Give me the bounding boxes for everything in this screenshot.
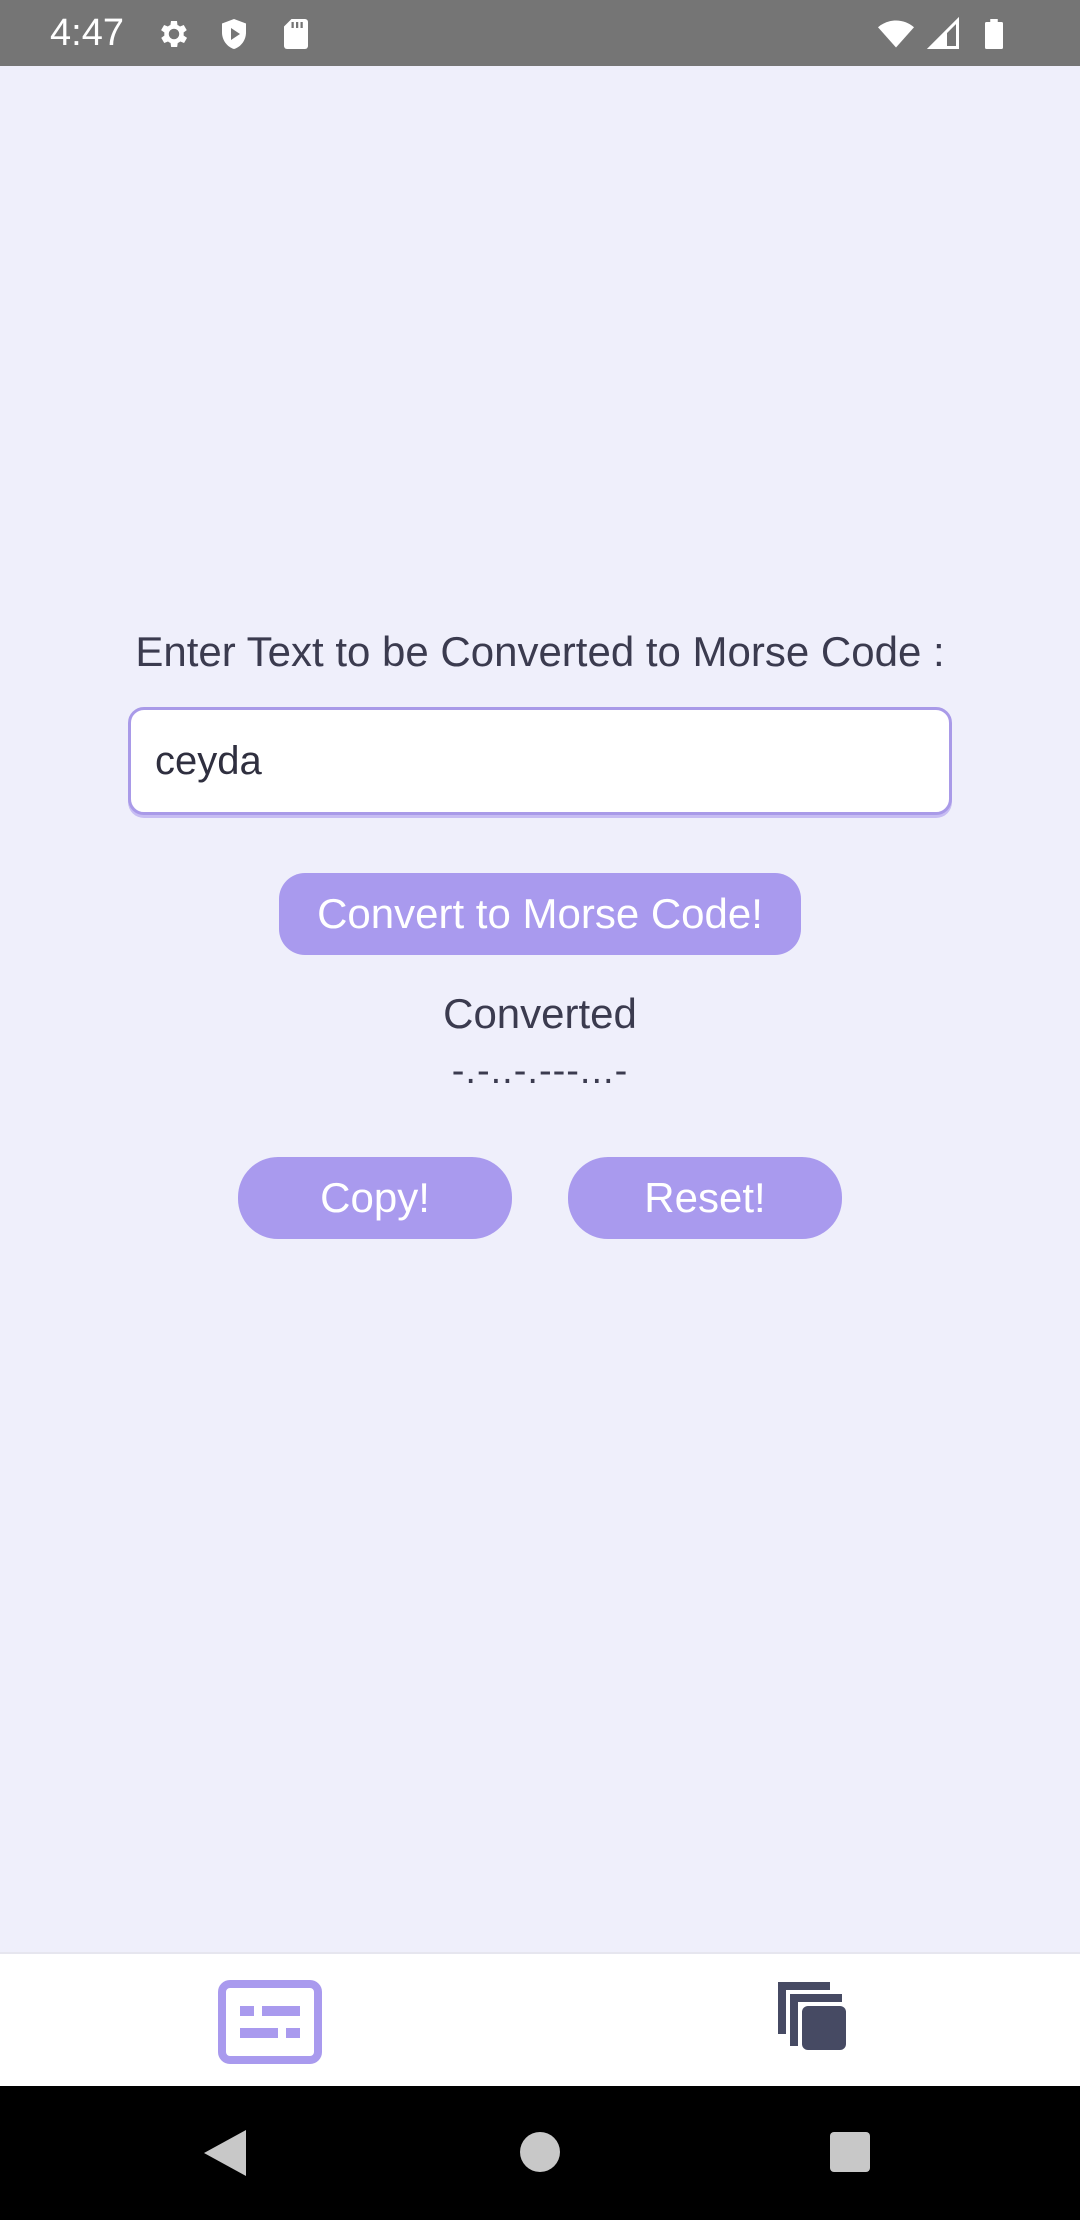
back-icon[interactable] xyxy=(200,2126,250,2180)
convert-button[interactable]: Convert to Morse Code! xyxy=(279,873,801,955)
shield-icon xyxy=(222,19,246,49)
converter-tab-icon[interactable] xyxy=(218,1980,322,2064)
morse-output: -.-..-.---...- xyxy=(451,1050,629,1092)
status-time: 4:47 xyxy=(50,12,124,54)
copy-button[interactable]: Copy! xyxy=(238,1157,512,1239)
text-input-field[interactable] xyxy=(128,707,952,815)
bottom-navigation xyxy=(0,1952,1080,2088)
reset-button[interactable]: Reset! xyxy=(568,1157,842,1239)
sd-card-icon xyxy=(284,19,308,49)
battery-icon xyxy=(985,19,1003,49)
recents-icon[interactable] xyxy=(828,2130,872,2174)
converted-label: Converted xyxy=(443,990,637,1037)
input-prompt-label: Enter Text to be Converted to Morse Code… xyxy=(135,628,945,675)
wifi-icon xyxy=(878,20,914,48)
copies-tab-icon[interactable] xyxy=(774,1978,850,2054)
gear-icon xyxy=(161,20,188,48)
status-bar: 4:47 xyxy=(0,0,1080,66)
system-navigation-bar xyxy=(0,2086,1080,2220)
home-icon[interactable] xyxy=(518,2130,562,2174)
signal-icon xyxy=(926,16,959,49)
